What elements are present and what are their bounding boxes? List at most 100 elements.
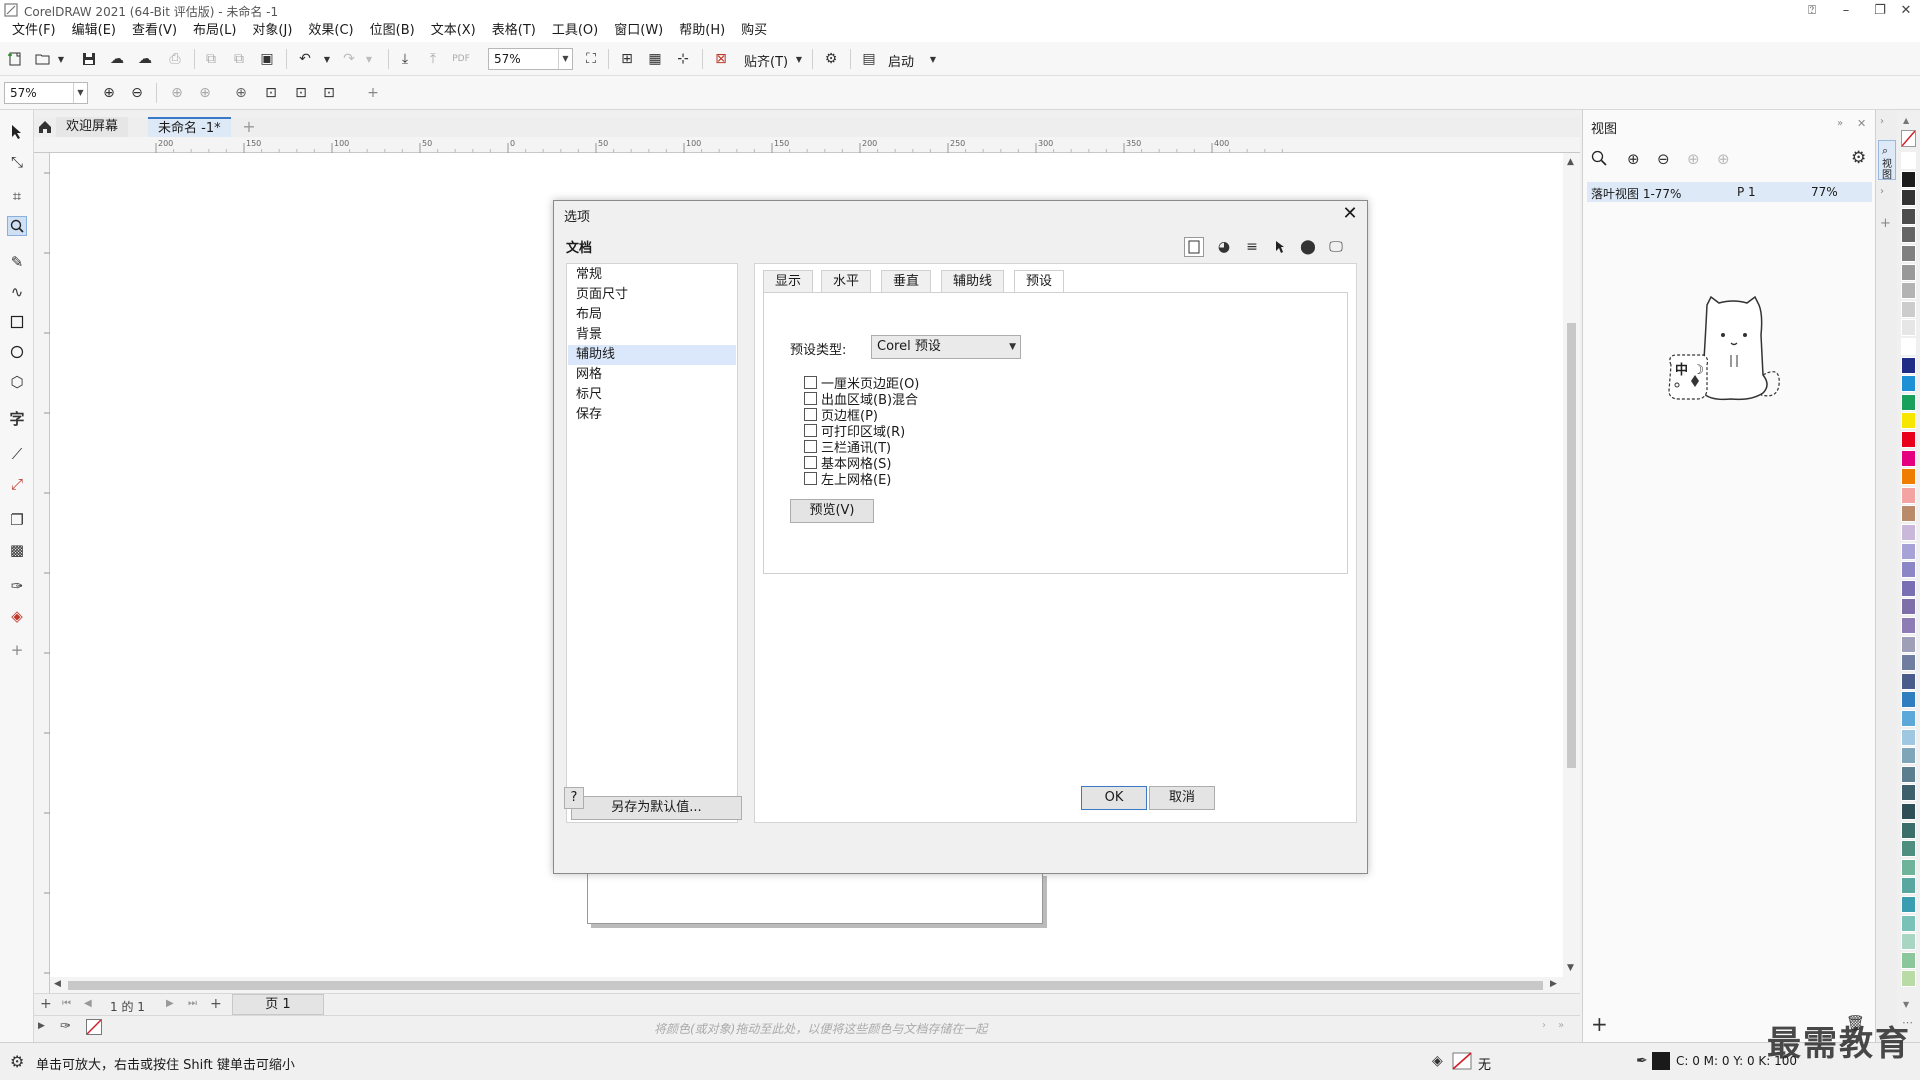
customization-options-icon[interactable]: ⬤ xyxy=(1298,237,1318,257)
zoom-tool-icon[interactable] xyxy=(7,216,27,236)
color-swatch[interactable] xyxy=(1901,951,1916,969)
show-rulers-icon[interactable]: ⊞ xyxy=(618,50,636,68)
tools-options-icon[interactable] xyxy=(1270,237,1290,257)
color-swatch[interactable] xyxy=(1901,412,1916,430)
shape-tool-icon[interactable]: ⤡ xyxy=(7,152,27,172)
vertical-scrollbar[interactable]: ▲ ▼ xyxy=(1563,153,1580,977)
docker-side-add-icon[interactable]: + xyxy=(1880,216,1891,231)
checkbox[interactable] xyxy=(804,391,817,405)
color-swatch[interactable] xyxy=(1901,635,1916,653)
category-guidelines[interactable]: 辅助线 xyxy=(568,345,736,365)
color-swatch[interactable] xyxy=(1901,245,1916,262)
no-fill-swatch[interactable] xyxy=(1452,1052,1472,1070)
color-swatch[interactable] xyxy=(1901,170,1916,188)
print-icon[interactable]: ⎙ xyxy=(166,50,184,68)
zoom-selected-icon[interactable]: ⊕ xyxy=(168,84,186,102)
tab-vertical[interactable]: 垂直 xyxy=(881,270,932,292)
tray-scroll-right-icon[interactable]: › xyxy=(1542,1020,1546,1031)
color-swatch[interactable] xyxy=(1901,226,1916,244)
launch-dropdown-icon[interactable]: ▼ xyxy=(924,50,942,68)
color-swatch[interactable] xyxy=(1901,207,1916,225)
category-background[interactable]: 背景 xyxy=(568,325,736,345)
color-swatch[interactable] xyxy=(1901,803,1916,820)
color-swatch[interactable] xyxy=(1901,840,1916,858)
color-swatch[interactable] xyxy=(1901,542,1916,560)
color-swatch[interactable] xyxy=(1901,765,1916,783)
import-icon[interactable]: ⤓ xyxy=(396,50,414,68)
undo-icon[interactable]: ↶ xyxy=(296,50,314,68)
status-settings-gear-icon[interactable]: ⚙ xyxy=(10,1052,24,1071)
color-swatch[interactable] xyxy=(1901,784,1916,802)
menu-window[interactable]: 窗口(W) xyxy=(606,20,671,42)
category-rulers[interactable]: 标尺 xyxy=(568,385,736,405)
color-swatch[interactable] xyxy=(1901,598,1916,616)
last-page-icon[interactable]: ⏭ xyxy=(188,998,197,1009)
menu-file[interactable]: 文件(F) xyxy=(4,20,64,42)
color-swatch[interactable] xyxy=(1901,821,1916,839)
snap-dropdown-icon[interactable]: ▼ xyxy=(790,50,808,68)
vertical-ruler[interactable] xyxy=(34,153,50,995)
color-swatch[interactable] xyxy=(1901,524,1916,541)
help-button[interactable]: ? xyxy=(564,787,584,809)
zoom-page-icon[interactable]: ⊕ xyxy=(232,84,250,102)
redo-icon[interactable]: ↷ xyxy=(340,50,358,68)
chevron-down-icon[interactable]: ▼ xyxy=(73,83,87,103)
horizontal-ruler[interactable]: 200 150 100 50 0 50 100 150 200 250 300 350 400 xyxy=(34,137,1580,153)
cancel-button[interactable]: 取消 xyxy=(1149,786,1215,810)
color-swatch[interactable] xyxy=(1901,375,1916,393)
menu-text[interactable]: 文本(X) xyxy=(423,20,484,42)
export-icon[interactable]: ⤒ xyxy=(424,50,442,68)
tab-guidelines[interactable]: 辅助线 xyxy=(941,270,1005,292)
color-swatch[interactable] xyxy=(1901,933,1916,951)
zoom-all-icon[interactable]: ⊕ xyxy=(196,84,214,102)
menu-table[interactable]: 表格(T) xyxy=(484,20,544,42)
full-screen-preview-icon[interactable]: ⛶ xyxy=(582,50,600,68)
category-page-size[interactable]: 页面尺寸 xyxy=(568,285,736,305)
add-page-before-icon[interactable]: + xyxy=(40,996,52,1012)
property-zoom-combo[interactable]: 57% ▼ xyxy=(4,82,88,104)
docker-zoom-selected-icon[interactable]: ⊕ xyxy=(1687,150,1700,168)
next-page-icon[interactable]: ▶ xyxy=(166,998,174,1009)
menu-view[interactable]: 查看(V) xyxy=(124,20,185,42)
redo-dropdown-icon[interactable]: ▼ xyxy=(360,50,378,68)
tab-presets[interactable]: 预设 xyxy=(1014,270,1065,293)
pick-tool-icon[interactable] xyxy=(7,122,27,142)
color-swatch[interactable] xyxy=(1901,189,1916,207)
color-options-icon[interactable]: ◕ xyxy=(1214,237,1234,257)
color-swatch[interactable] xyxy=(1901,691,1916,709)
launch-app-icon[interactable]: ▤ xyxy=(860,50,878,68)
home-icon[interactable] xyxy=(36,118,54,136)
paste-icon[interactable]: ▣ xyxy=(258,50,276,68)
zoom-page-width-icon[interactable]: ⊡ xyxy=(262,84,280,102)
category-grid[interactable]: 网格 xyxy=(568,365,736,385)
outline-pen-icon[interactable]: ✒ xyxy=(1636,1053,1648,1069)
rectangle-tool-icon[interactable] xyxy=(7,312,27,332)
ellipse-tool-icon[interactable] xyxy=(7,342,27,362)
checkbox[interactable] xyxy=(804,407,817,421)
zoom-level-combo[interactable]: 57% ▼ xyxy=(488,48,573,70)
color-swatch[interactable] xyxy=(1901,914,1916,932)
chevron-down-icon[interactable]: ▼ xyxy=(558,49,572,69)
color-swatch[interactable] xyxy=(1901,263,1916,281)
color-swatch[interactable] xyxy=(1901,896,1916,913)
minimize-icon[interactable]: – xyxy=(1830,0,1862,20)
undo-dropdown-icon[interactable]: ▼ xyxy=(318,50,336,68)
docker-zoom-out-icon[interactable]: ⊖ xyxy=(1657,150,1670,168)
freehand-tool-icon[interactable]: ✎ xyxy=(7,252,27,272)
menu-help[interactable]: 帮助(H) xyxy=(671,20,733,42)
palette-scroll-up-icon[interactable]: ▲ xyxy=(1903,116,1909,125)
checkbox[interactable] xyxy=(804,471,817,485)
add-view-icon[interactable]: + xyxy=(1591,1012,1608,1036)
color-swatch[interactable] xyxy=(1901,728,1916,746)
open-dropdown-icon[interactable]: ▼ xyxy=(52,50,70,68)
fill-bucket-icon[interactable]: ◈ xyxy=(1432,1053,1443,1069)
no-color-swatch[interactable] xyxy=(86,1019,102,1035)
launch-menu[interactable]: 启动 xyxy=(888,51,914,70)
docker-zoom-icon[interactable] xyxy=(1591,150,1607,166)
color-swatch[interactable] xyxy=(1901,152,1916,169)
vertical-scroll-thumb[interactable] xyxy=(1567,323,1576,768)
eyedropper-tool-icon[interactable]: ✑ xyxy=(7,576,27,596)
color-swatch[interactable] xyxy=(1901,338,1916,355)
save-as-default-button[interactable]: 另存为默认值... xyxy=(571,796,742,820)
preset-type-select[interactable]: Corel 预设 ▼ xyxy=(871,335,1021,359)
